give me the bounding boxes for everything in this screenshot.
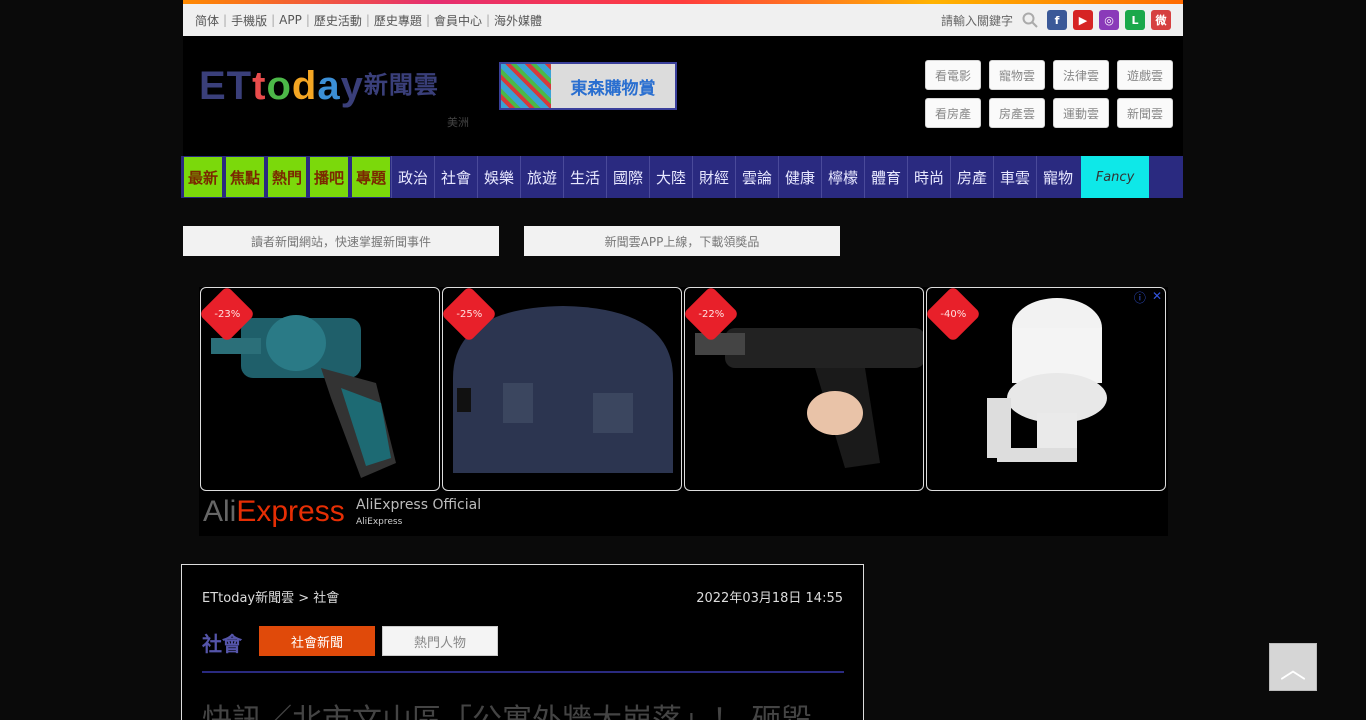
link-member-center[interactable]: 會員中心 [434,12,482,29]
main-nav: 最新 焦點 熱門 播吧 專題 政治 社會 娛樂 旅遊 生活 國際 大陸 財經 雲… [181,156,1183,198]
link-history-topics[interactable]: 歷史專題 [374,12,422,29]
topbar-right-group: 請輸入關鍵字 f ▶ ◎ L 微 [941,9,1171,31]
quick-link-button[interactable]: 寵物雲 [989,60,1045,90]
quick-link-button[interactable]: 看電影 [925,60,981,90]
nav-item-latest[interactable]: 最新 [183,156,223,198]
article-headline: 快訊／北市文山區「公寓外牆大崩落」！ 砸毀 [202,695,844,720]
nav-item-fancy[interactable]: Fancy [1081,156,1149,198]
nav-item-finance[interactable]: 財經 [692,156,735,198]
ad-advertiser-sub: AliExpress [356,517,403,527]
banner-image [501,64,551,108]
nav-item-sports[interactable]: 體育 [864,156,907,198]
search-input[interactable]: 請輸入關鍵字 [941,12,1013,29]
link-mobile[interactable]: 手機版 [231,12,267,29]
breadcrumb[interactable]: ETtoday新聞雲 > 社會 [202,587,339,606]
top-utility-bar: 简体 | 手機版 | APP | 歷史活動 | 歷史專題 | 會員中心 | 海外媒體 請輸入… [183,4,1183,36]
nav-item-opinion[interactable]: 雲論 [735,156,778,198]
nav-item-international[interactable]: 國際 [606,156,649,198]
quick-links: 看電影 寵物雲 法律雲 遊戲雲 看房產 房產雲 運動雲 新聞雲 [925,60,1173,128]
nav-item-fashion[interactable]: 時尚 [907,156,950,198]
nav-item-life[interactable]: 生活 [563,156,606,198]
category-label: 社會 [202,632,242,656]
quick-link-button[interactable]: 新聞雲 [1117,98,1173,128]
nav-item-popular[interactable]: 熱門 [267,156,307,198]
logo-et: ET [199,64,253,108]
header-banner-ad[interactable]: 東森購物賞 [499,62,677,110]
nav-item-mainland[interactable]: 大陸 [649,156,692,198]
aliexpress-ad[interactable]: -23% -25% -22% -40% ⓘ ✕ AliExpress AliEx… [199,287,1168,536]
quick-link-button[interactable]: 房產雲 [989,98,1045,128]
nav-item-property[interactable]: 房產 [950,156,993,198]
logo-express: Express [236,495,345,528]
popular-people-button[interactable]: 熱門人物 [382,626,498,656]
ad-info-icon[interactable]: ⓘ [1134,289,1146,306]
logo-d: d [291,64,318,108]
article-panel: ETtoday新聞雲 > 社會 2022年03月18日 14:55 社會 社會新… [181,564,864,720]
instagram-icon[interactable]: ◎ [1099,10,1119,30]
youtube-icon[interactable]: ▶ [1073,10,1093,30]
quick-link-button[interactable]: 看房產 [925,98,981,128]
banner-text: 東森購物賞 [570,78,656,99]
nav-item-lemon[interactable]: 檸檬 [821,156,864,198]
nav-item-focus[interactable]: 焦點 [225,156,265,198]
ad-product-tile[interactable]: -25% [442,287,682,491]
logo-o: o [266,64,292,108]
ad-close-icon[interactable]: ✕ [1152,289,1162,306]
logo-ali: Ali [203,495,237,528]
ad-product-tile[interactable]: -40% [926,287,1166,491]
nav-item-topics[interactable]: 專題 [351,156,391,198]
ad-product-tile[interactable]: -22% [684,287,924,491]
back-to-top-button[interactable]: ︿ [1269,643,1317,691]
quick-link-button[interactable]: 運動雲 [1053,98,1109,128]
logo-cn: 新聞雲 [363,72,439,99]
logo-y: y [340,64,364,108]
category-news-button[interactable]: 社會新聞 [259,626,375,656]
link-history-events[interactable]: 歷史活動 [314,12,362,29]
page: 简体 | 手機版 | APP | 歷史活動 | 歷史專題 | 會員中心 | 海外媒體 請輸入… [0,0,1366,720]
nav-item-politics[interactable]: 政治 [391,156,434,198]
nav-item-cars[interactable]: 車雲 [993,156,1036,198]
nav-item-health[interactable]: 健康 [778,156,821,198]
link-overseas-media[interactable]: 海外媒體 [494,12,542,29]
link-simplified[interactable]: 简体 [195,12,219,29]
logo-t: t [252,64,267,108]
nav-item-entertainment[interactable]: 娛樂 [477,156,520,198]
search-icon[interactable] [1019,9,1041,31]
logo-a: a [317,64,341,108]
site-header: ETtoday新聞雲 美洲 東森購物賞 看電影 寵物雲 法律雲 遊戲雲 看房產 … [183,36,1183,156]
facebook-icon[interactable]: f [1047,10,1067,30]
ad-controls: ⓘ ✕ [1134,289,1162,306]
info-link-bar[interactable]: 讀者新聞網站，快速掌握新聞事件 [183,226,499,256]
site-logo[interactable]: ETtoday新聞雲 [199,64,439,109]
publish-date: 2022年03月18日 14:55 [696,591,843,606]
nav-item-pets[interactable]: 寵物 [1036,156,1079,198]
aliexpress-logo[interactable]: AliExpress [203,495,345,529]
nav-item-video[interactable]: 播吧 [309,156,349,198]
ad-product-tile[interactable]: -23% [200,287,440,491]
link-app[interactable]: APP [279,13,302,27]
weibo-icon[interactable]: 微 [1151,10,1171,30]
nav-item-society[interactable]: 社會 [434,156,477,198]
nav-item-travel[interactable]: 旅遊 [520,156,563,198]
quick-link-button[interactable]: 遊戲雲 [1117,60,1173,90]
region-label[interactable]: 美洲 [447,114,469,130]
quick-link-button[interactable]: 法律雲 [1053,60,1109,90]
info-link-bar[interactable]: 新聞雲APP上線，下載領獎品 [524,226,840,256]
ad-advertiser-name[interactable]: AliExpress Official [356,497,481,513]
line-icon[interactable]: L [1125,10,1145,30]
divider [202,671,844,673]
